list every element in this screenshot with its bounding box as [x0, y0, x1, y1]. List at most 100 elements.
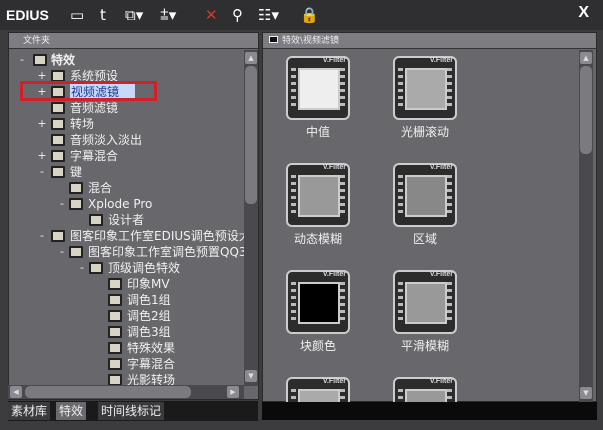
- folder-icon: [51, 166, 65, 178]
- copy-icon[interactable]: ⧉▾: [125, 6, 143, 24]
- folder-icon: [269, 36, 278, 43]
- filter-badge: V.Filter: [429, 57, 453, 64]
- scroll-down-button[interactable]: ▼: [245, 370, 257, 382]
- tree-item[interactable]: 印象MV: [9, 276, 245, 292]
- folder-icon: [51, 230, 65, 242]
- video-filter-icon: V.Filter: [286, 56, 350, 120]
- folder-icon: [108, 310, 122, 322]
- effects-panel-header: 特效\视频滤镜: [263, 33, 596, 49]
- folder-icon: [69, 246, 83, 258]
- scroll-left-button[interactable]: ◀: [10, 386, 22, 398]
- tree-item-label: 键: [70, 165, 83, 179]
- tree-item[interactable]: - 图客印象工作室调色预置QQ36: [9, 244, 245, 260]
- up-folder-icon[interactable]: t: [100, 6, 106, 24]
- tree-item[interactable]: 调色1组: [9, 292, 245, 308]
- filter-item[interactable]: V.Filter 区域: [380, 163, 470, 247]
- scroll-up-button[interactable]: ▲: [245, 52, 257, 64]
- filter-badge: V.Filter: [429, 164, 453, 171]
- filter-item[interactable]: V.Filter 中值: [273, 56, 363, 140]
- highlight-box: [20, 81, 157, 101]
- expand-toggle[interactable]: +: [37, 116, 47, 132]
- tree-item-label: 特效: [51, 53, 76, 67]
- tree-item-label: 音频滤镜: [70, 101, 119, 115]
- tree-item-label: 字幕混合: [127, 357, 176, 371]
- folder-icon: [108, 294, 122, 306]
- filter-badge: V.Filter: [322, 378, 346, 385]
- title-bar: EDIUS ▭ t ⧉▾ ⩲▾ ✕ ⚲ ☷▾ 🔒 X: [0, 0, 603, 30]
- tree-item[interactable]: + 字幕混合: [9, 148, 245, 164]
- tree-item-label: 调色3组: [127, 325, 171, 339]
- tree-item-label: 顶级调色特效: [108, 261, 181, 275]
- h-scroll-thumb[interactable]: [25, 386, 191, 398]
- tree-item[interactable]: + 转场: [9, 116, 245, 132]
- scroll-up-button[interactable]: ▲: [580, 52, 592, 64]
- view-icon[interactable]: ☷▾: [258, 6, 279, 24]
- tree-item[interactable]: 特殊效果: [9, 340, 245, 356]
- scroll-thumb[interactable]: [580, 66, 592, 154]
- filter-item[interactable]: V.Filter: [273, 377, 363, 402]
- expand-toggle[interactable]: -: [77, 260, 87, 276]
- filter-item[interactable]: V.Filter 光栅滚动: [380, 56, 470, 140]
- expand-toggle[interactable]: -: [57, 244, 67, 260]
- tree-item-label: 光影转场: [127, 373, 176, 386]
- filter-item[interactable]: V.Filter 平滑模糊: [380, 270, 470, 354]
- tree-item-label: 转场: [70, 117, 95, 131]
- add-to-timeline-icon[interactable]: ⩲▾: [160, 6, 176, 24]
- video-filter-icon: V.Filter: [393, 270, 457, 334]
- video-filter-icon: V.Filter: [286, 377, 350, 402]
- status-bar: [262, 402, 597, 420]
- tree-item[interactable]: 光影转场: [9, 372, 245, 386]
- tree-item[interactable]: - Xplode Pro: [9, 196, 245, 212]
- expand-toggle[interactable]: -: [57, 196, 67, 212]
- video-filter-icon: V.Filter: [393, 56, 457, 120]
- tree-item[interactable]: 字幕混合: [9, 356, 245, 372]
- tree-item[interactable]: 调色3组: [9, 324, 245, 340]
- tree-item[interactable]: 音频滤镜: [9, 100, 245, 116]
- tab-1[interactable]: 特效: [56, 402, 87, 420]
- tree-item[interactable]: 调色2组: [9, 308, 245, 324]
- tree-item[interactable]: - 特效: [9, 52, 245, 68]
- folder-icon: [108, 278, 122, 290]
- folder-icon: [51, 134, 65, 146]
- tree-item[interactable]: 混合: [9, 180, 245, 196]
- scroll-right-button[interactable]: ▶: [227, 386, 239, 398]
- tree-item[interactable]: -键: [9, 164, 245, 180]
- lock-icon[interactable]: 🔒: [300, 6, 319, 24]
- tree-item[interactable]: 音频淡入淡出: [9, 132, 245, 148]
- filter-label: 中值: [305, 125, 330, 139]
- effects-vertical-scrollbar[interactable]: ▲ ▼: [579, 50, 593, 402]
- tree-item[interactable]: - 顶级调色特效: [9, 260, 245, 276]
- tree-item[interactable]: 设计者: [9, 212, 245, 228]
- tree-item-label: 特殊效果: [127, 341, 176, 355]
- video-filter-icon: V.Filter: [286, 270, 350, 334]
- filter-label: 块颜色: [299, 339, 336, 353]
- expand-toggle[interactable]: -: [17, 52, 27, 68]
- tree-vertical-scrollbar[interactable]: ▲ ▼: [244, 50, 258, 386]
- tree-item-label: 设计者: [108, 213, 145, 227]
- tree-item-label: 调色2组: [127, 309, 171, 323]
- properties-icon[interactable]: ⚲: [232, 6, 243, 24]
- expand-toggle[interactable]: -: [37, 164, 47, 180]
- folder-icon: [108, 358, 122, 370]
- folder-icon: [51, 118, 65, 130]
- expand-toggle[interactable]: +: [37, 148, 47, 164]
- delete-icon[interactable]: ✕: [205, 6, 218, 24]
- video-filter-icon: V.Filter: [393, 163, 457, 227]
- folder-icon: [69, 182, 83, 194]
- filter-item[interactable]: V.Filter 块颜色: [273, 270, 363, 354]
- filter-badge: V.Filter: [429, 378, 453, 385]
- tab-0[interactable]: 素材库: [8, 402, 51, 420]
- expand-toggle[interactable]: -: [37, 228, 47, 244]
- filter-item[interactable]: V.Filter 动态模糊: [273, 163, 363, 247]
- filter-item[interactable]: V.Filter: [380, 377, 470, 402]
- scroll-down-button[interactable]: ▼: [580, 387, 592, 399]
- filter-label: 光栅滚动: [400, 125, 449, 139]
- new-folder-icon[interactable]: ▭: [70, 6, 84, 24]
- folder-icon: [69, 198, 83, 210]
- scroll-thumb[interactable]: [245, 66, 257, 204]
- tab-2[interactable]: 时间线标记: [98, 402, 165, 420]
- tree-horizontal-scrollbar[interactable]: ◀ ▶: [8, 385, 244, 399]
- close-button[interactable]: X: [578, 4, 589, 22]
- filter-label: 区域: [412, 232, 437, 246]
- tree-item[interactable]: - 图客印象工作室EDIUS调色预设大: [9, 228, 245, 244]
